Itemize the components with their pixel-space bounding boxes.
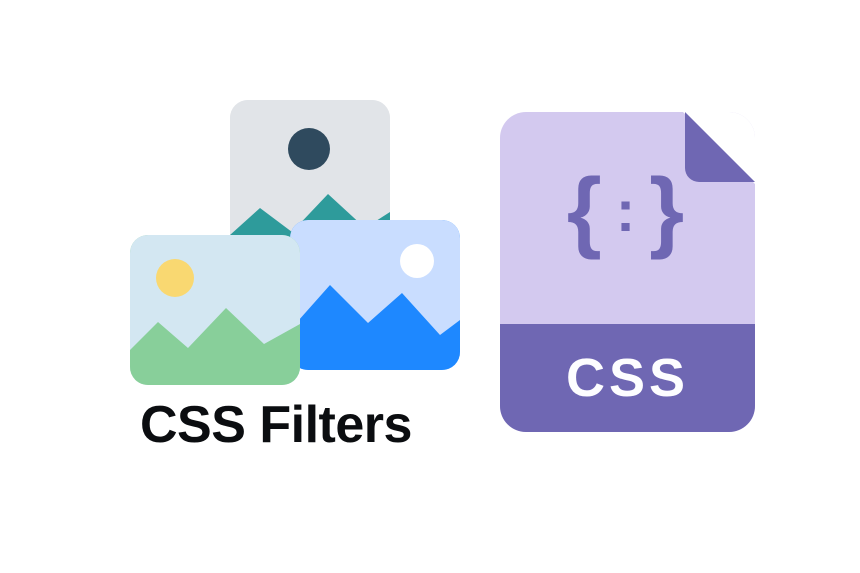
css-file-icon: {:} CSS: [500, 112, 755, 432]
thumbnail-sun: [400, 244, 434, 278]
file-label-text: CSS: [566, 347, 689, 409]
illustration-stage: CSS Filters {:} CSS: [0, 0, 860, 573]
thumbnail-mountains: [290, 275, 460, 370]
thumbnail-mountains: [130, 300, 300, 385]
file-label-band: CSS: [500, 324, 755, 432]
brace-right: }: [649, 161, 688, 261]
image-thumbnails-group: [130, 100, 450, 380]
landscape-thumbnail-green-icon: [130, 235, 300, 385]
colon-icon: :: [616, 178, 639, 245]
thumbnail-sun: [156, 259, 194, 297]
curly-braces-icon: {:}: [500, 160, 755, 263]
title-text: CSS Filters: [140, 395, 412, 455]
brace-left: {: [567, 161, 606, 261]
thumbnail-sun: [288, 128, 330, 170]
landscape-thumbnail-blue-icon: [290, 220, 460, 370]
